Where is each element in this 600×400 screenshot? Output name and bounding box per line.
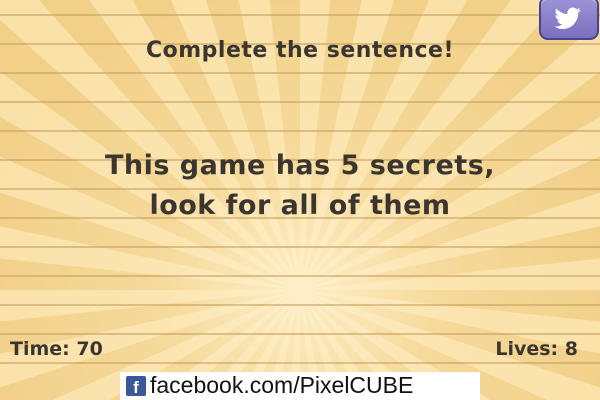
facebook-url: facebook.com/PixelCUBE [150,372,414,398]
question-text: This game has 5 secrets, look for all of… [0,146,600,226]
timer-label: Time: 70 [10,338,103,360]
game-screen: Complete the sentence! This game has 5 s… [0,0,600,400]
twitter-share-button[interactable] [539,0,599,40]
question-line: look for all of them [149,190,451,221]
question-line: This game has 5 secrets, [104,150,496,181]
page-title: Complete the sentence! [145,38,455,63]
twitter-bird-icon [554,7,581,29]
facebook-banner[interactable]: f facebook.com/PixelCUBE [120,372,480,400]
lives-label: Lives: 8 [495,338,578,360]
facebook-icon: f [126,376,146,397]
